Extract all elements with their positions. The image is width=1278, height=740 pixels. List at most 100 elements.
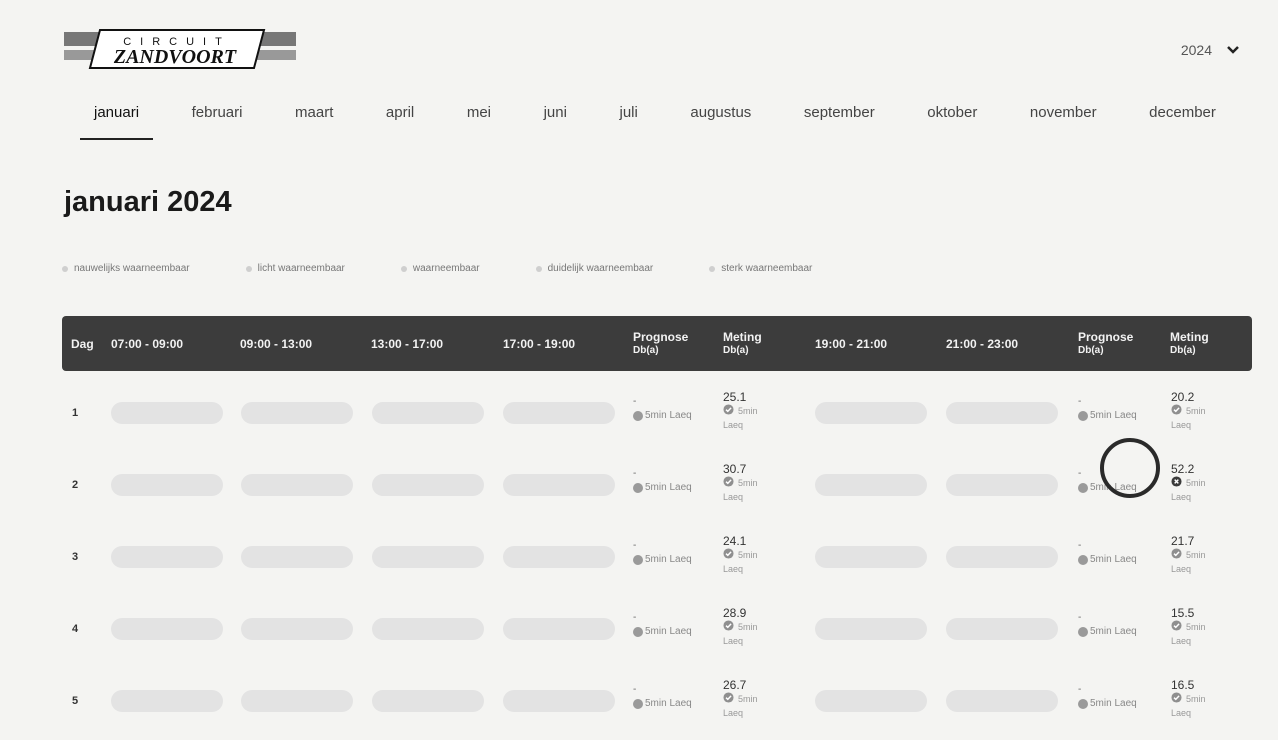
meting-sub: 5min (738, 622, 758, 632)
check-circle-icon (1171, 620, 1182, 635)
prognose-value: - (1078, 540, 1082, 551)
tab-juli[interactable]: juli (606, 104, 652, 140)
slot-indicator (241, 690, 353, 712)
logo-line2: ZANDVOORT (113, 46, 237, 68)
legend-item: nauwelijks waarneembaar (62, 263, 190, 274)
legend-item: licht waarneembaar (245, 263, 345, 274)
meting-cell: 15.5 5min Laeq (1171, 607, 1206, 648)
prognose-cell: -5min Laeq (1078, 397, 1137, 421)
dot-icon (1078, 698, 1088, 709)
meting-value: 15.5 (1171, 606, 1195, 620)
circuit-zandvoort-logo[interactable]: CIRCUIT ZANDVOORT (64, 24, 296, 72)
tab-augustus[interactable]: augustus (676, 104, 765, 140)
tab-november[interactable]: november (1016, 104, 1111, 140)
tab-oktober[interactable]: oktober (913, 104, 991, 140)
legend-dot-icon (535, 265, 542, 272)
prognose-sub: 5min Laeq (1090, 698, 1137, 709)
tab-april[interactable]: april (372, 104, 428, 140)
meting-sub2: Laeq (1171, 708, 1192, 718)
meting-sub: 5min (738, 550, 758, 560)
tab-december[interactable]: december (1135, 104, 1230, 140)
header-prognose-unit: Db(a) (1078, 344, 1104, 356)
slot-indicator (241, 618, 353, 640)
check-circle-icon (1171, 692, 1182, 707)
slot-indicator (111, 690, 223, 712)
meting-sub: 5min (738, 406, 758, 416)
legend-item: sterk waarneembaar (709, 263, 812, 274)
check-circle-icon (1171, 548, 1182, 563)
header-0700-0900: 07:00 - 09:00 (111, 336, 184, 351)
prognose-cell: -5min Laeq (633, 397, 692, 421)
header-meting-label: Meting (723, 329, 762, 344)
month-tabs: januari februari maart april mei juni ju… (80, 104, 1230, 140)
legend-label: nauwelijks waarneembaar (74, 263, 190, 274)
header-prognose-label: Prognose (1078, 329, 1134, 344)
dot-icon (1078, 626, 1088, 637)
prognose-sub: 5min Laeq (645, 482, 692, 493)
meting-sub: 5min (1186, 550, 1206, 560)
prognose-sub: 5min Laeq (1090, 410, 1137, 421)
legend-dot-icon (62, 265, 68, 272)
tab-maart[interactable]: maart (281, 104, 347, 140)
slot-indicator (241, 546, 353, 568)
meting-sub2: Laeq (1171, 492, 1192, 502)
slot-indicator (946, 474, 1058, 496)
prognose-value: - (633, 612, 637, 623)
meting-sub: 5min (1186, 622, 1206, 632)
slot-indicator (503, 402, 615, 424)
table-row: 2-5min Laeq 30.7 5min Laeq -5min Laeq 52.2 5mi… (62, 452, 1252, 524)
meting-sub2: Laeq (723, 564, 744, 574)
day-number: 5 (72, 695, 79, 707)
meting-sub: 5min (1186, 694, 1206, 704)
tab-september[interactable]: september (790, 104, 889, 140)
dot-icon (633, 626, 643, 637)
meting-value: 21.7 (1171, 534, 1195, 548)
prognose-cell: -5min Laeq (1078, 685, 1137, 709)
legend-item: duidelijk waarneembaar (535, 263, 653, 274)
prognose-cell: -5min Laeq (633, 469, 692, 493)
prognose-cell: -5min Laeq (1078, 541, 1137, 565)
prognose-value: - (633, 684, 637, 695)
meting-value: 24.1 (723, 534, 747, 548)
meting-sub2: Laeq (1171, 564, 1192, 574)
legend-label: licht waarneembaar (257, 263, 345, 274)
slot-indicator (946, 402, 1058, 424)
header-prognose-2: Prognose Db(a) (1078, 316, 1133, 371)
x-circle-icon (1171, 476, 1182, 491)
slot-indicator (111, 402, 223, 424)
tab-juni[interactable]: juni (530, 104, 581, 140)
header-meting-label: Meting (1170, 329, 1209, 344)
header-meting-unit: Db(a) (723, 344, 749, 356)
slot-indicator (241, 402, 353, 424)
check-circle-icon (723, 620, 734, 635)
year-dropdown[interactable]: 2024 (1181, 42, 1240, 58)
slot-indicator (372, 618, 484, 640)
meting-value: 52.2 (1171, 462, 1195, 476)
meting-cell: 20.2 5min Laeq (1171, 391, 1206, 432)
slot-indicator (815, 402, 927, 424)
header-prognose-unit: Db(a) (633, 344, 659, 356)
check-circle-icon (1171, 404, 1182, 419)
meting-sub2: Laeq (1171, 420, 1192, 430)
dot-icon (1078, 554, 1088, 565)
prognose-sub: 5min Laeq (645, 698, 692, 709)
check-circle-icon (723, 476, 734, 491)
tab-mei[interactable]: mei (453, 104, 505, 140)
slot-indicator (372, 474, 484, 496)
tab-februari[interactable]: februari (178, 104, 257, 140)
prognose-value: - (633, 468, 637, 479)
prognose-value: - (1078, 396, 1082, 407)
meting-cell: 52.2 5min Laeq (1171, 463, 1206, 504)
prognose-sub: 5min Laeq (645, 626, 692, 637)
page-title: januari 2024 (64, 186, 232, 218)
header-meting-2: Meting Db(a) (1170, 316, 1209, 371)
meting-value: 30.7 (723, 462, 747, 476)
legend-dot-icon (709, 265, 716, 272)
legend-label: waarneembaar (412, 263, 480, 274)
tab-januari[interactable]: januari (80, 104, 154, 140)
prognose-sub: 5min Laeq (1090, 554, 1137, 565)
meting-cell: 30.7 5min Laeq (723, 463, 758, 504)
legend-label: sterk waarneembaar (721, 263, 813, 274)
table-body: 1-5min Laeq 25.1 5min Laeq -5min Laeq 20.2 5mi… (62, 380, 1252, 740)
meting-sub: 5min (738, 694, 758, 704)
